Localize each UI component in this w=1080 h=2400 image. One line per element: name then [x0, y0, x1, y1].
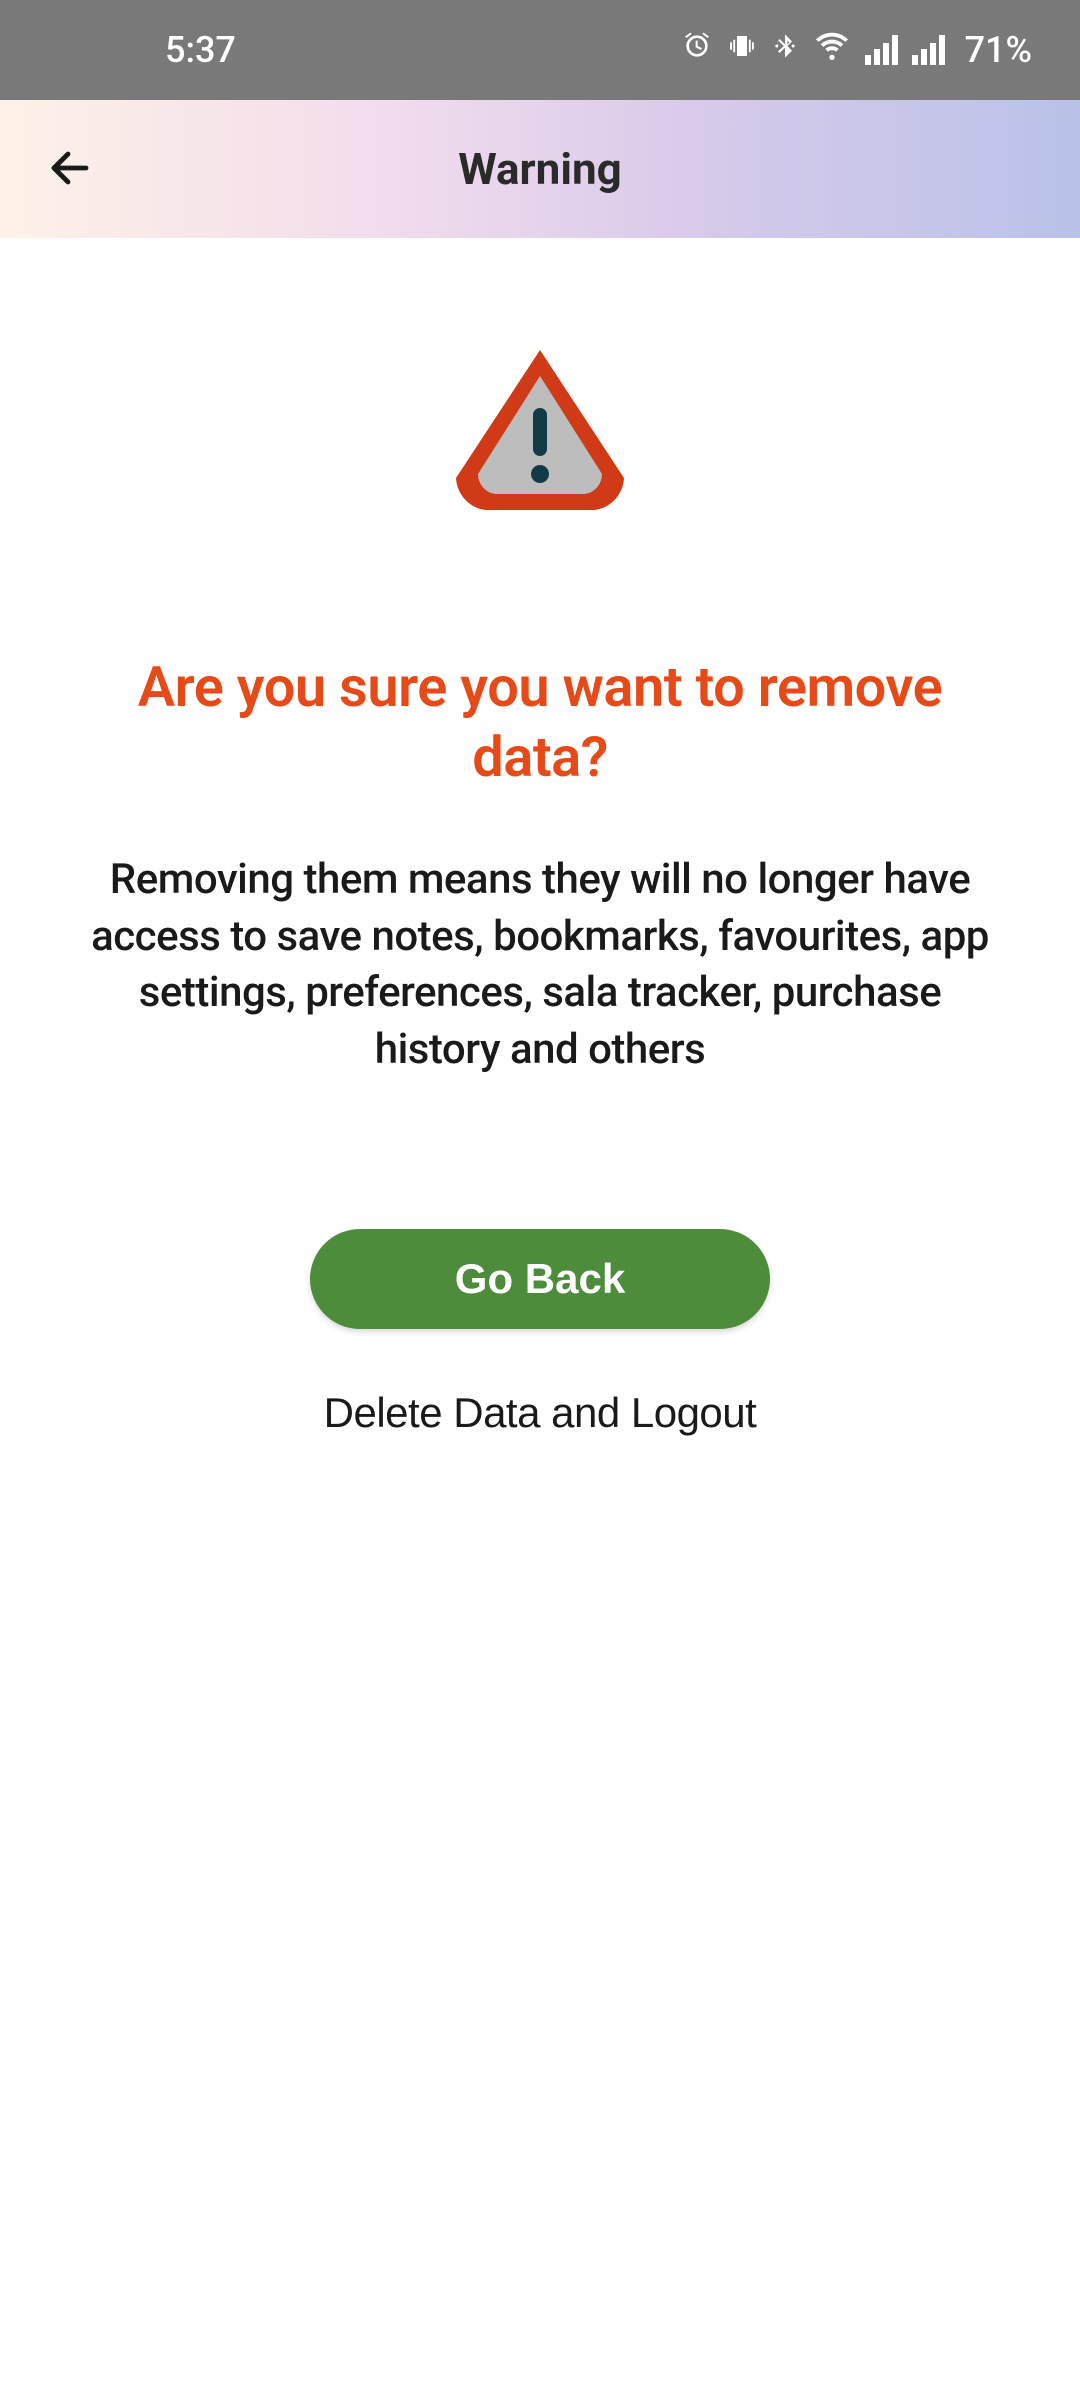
main-content: Are you sure you want to remove data? Re… [0, 238, 1080, 1437]
status-icons: 71% [681, 29, 1032, 72]
bluetooth-icon [771, 29, 799, 72]
vibrate-icon [727, 29, 757, 71]
delete-logout-button[interactable]: Delete Data and Logout [324, 1389, 757, 1437]
page-title: Warning [0, 143, 1080, 195]
alarm-icon [681, 29, 713, 71]
warning-heading: Are you sure you want to remove data? [80, 652, 1000, 792]
wifi-icon [813, 29, 851, 71]
warning-body: Removing them means they will no longer … [80, 852, 1000, 1079]
go-back-button[interactable]: Go Back [310, 1229, 770, 1329]
arrow-left-icon [46, 144, 94, 195]
signal-bars-2-icon [912, 35, 945, 65]
warning-icon [440, 338, 640, 522]
go-back-label: Go Back [455, 1255, 625, 1303]
app-header: Warning [0, 100, 1080, 238]
back-button[interactable] [30, 129, 110, 209]
delete-logout-label: Delete Data and Logout [324, 1389, 757, 1436]
status-time: 5:37 [165, 29, 236, 71]
battery-percent: 71% [965, 29, 1032, 71]
status-bar: 5:37 71% [0, 0, 1080, 100]
signal-bars-1-icon [865, 35, 898, 65]
